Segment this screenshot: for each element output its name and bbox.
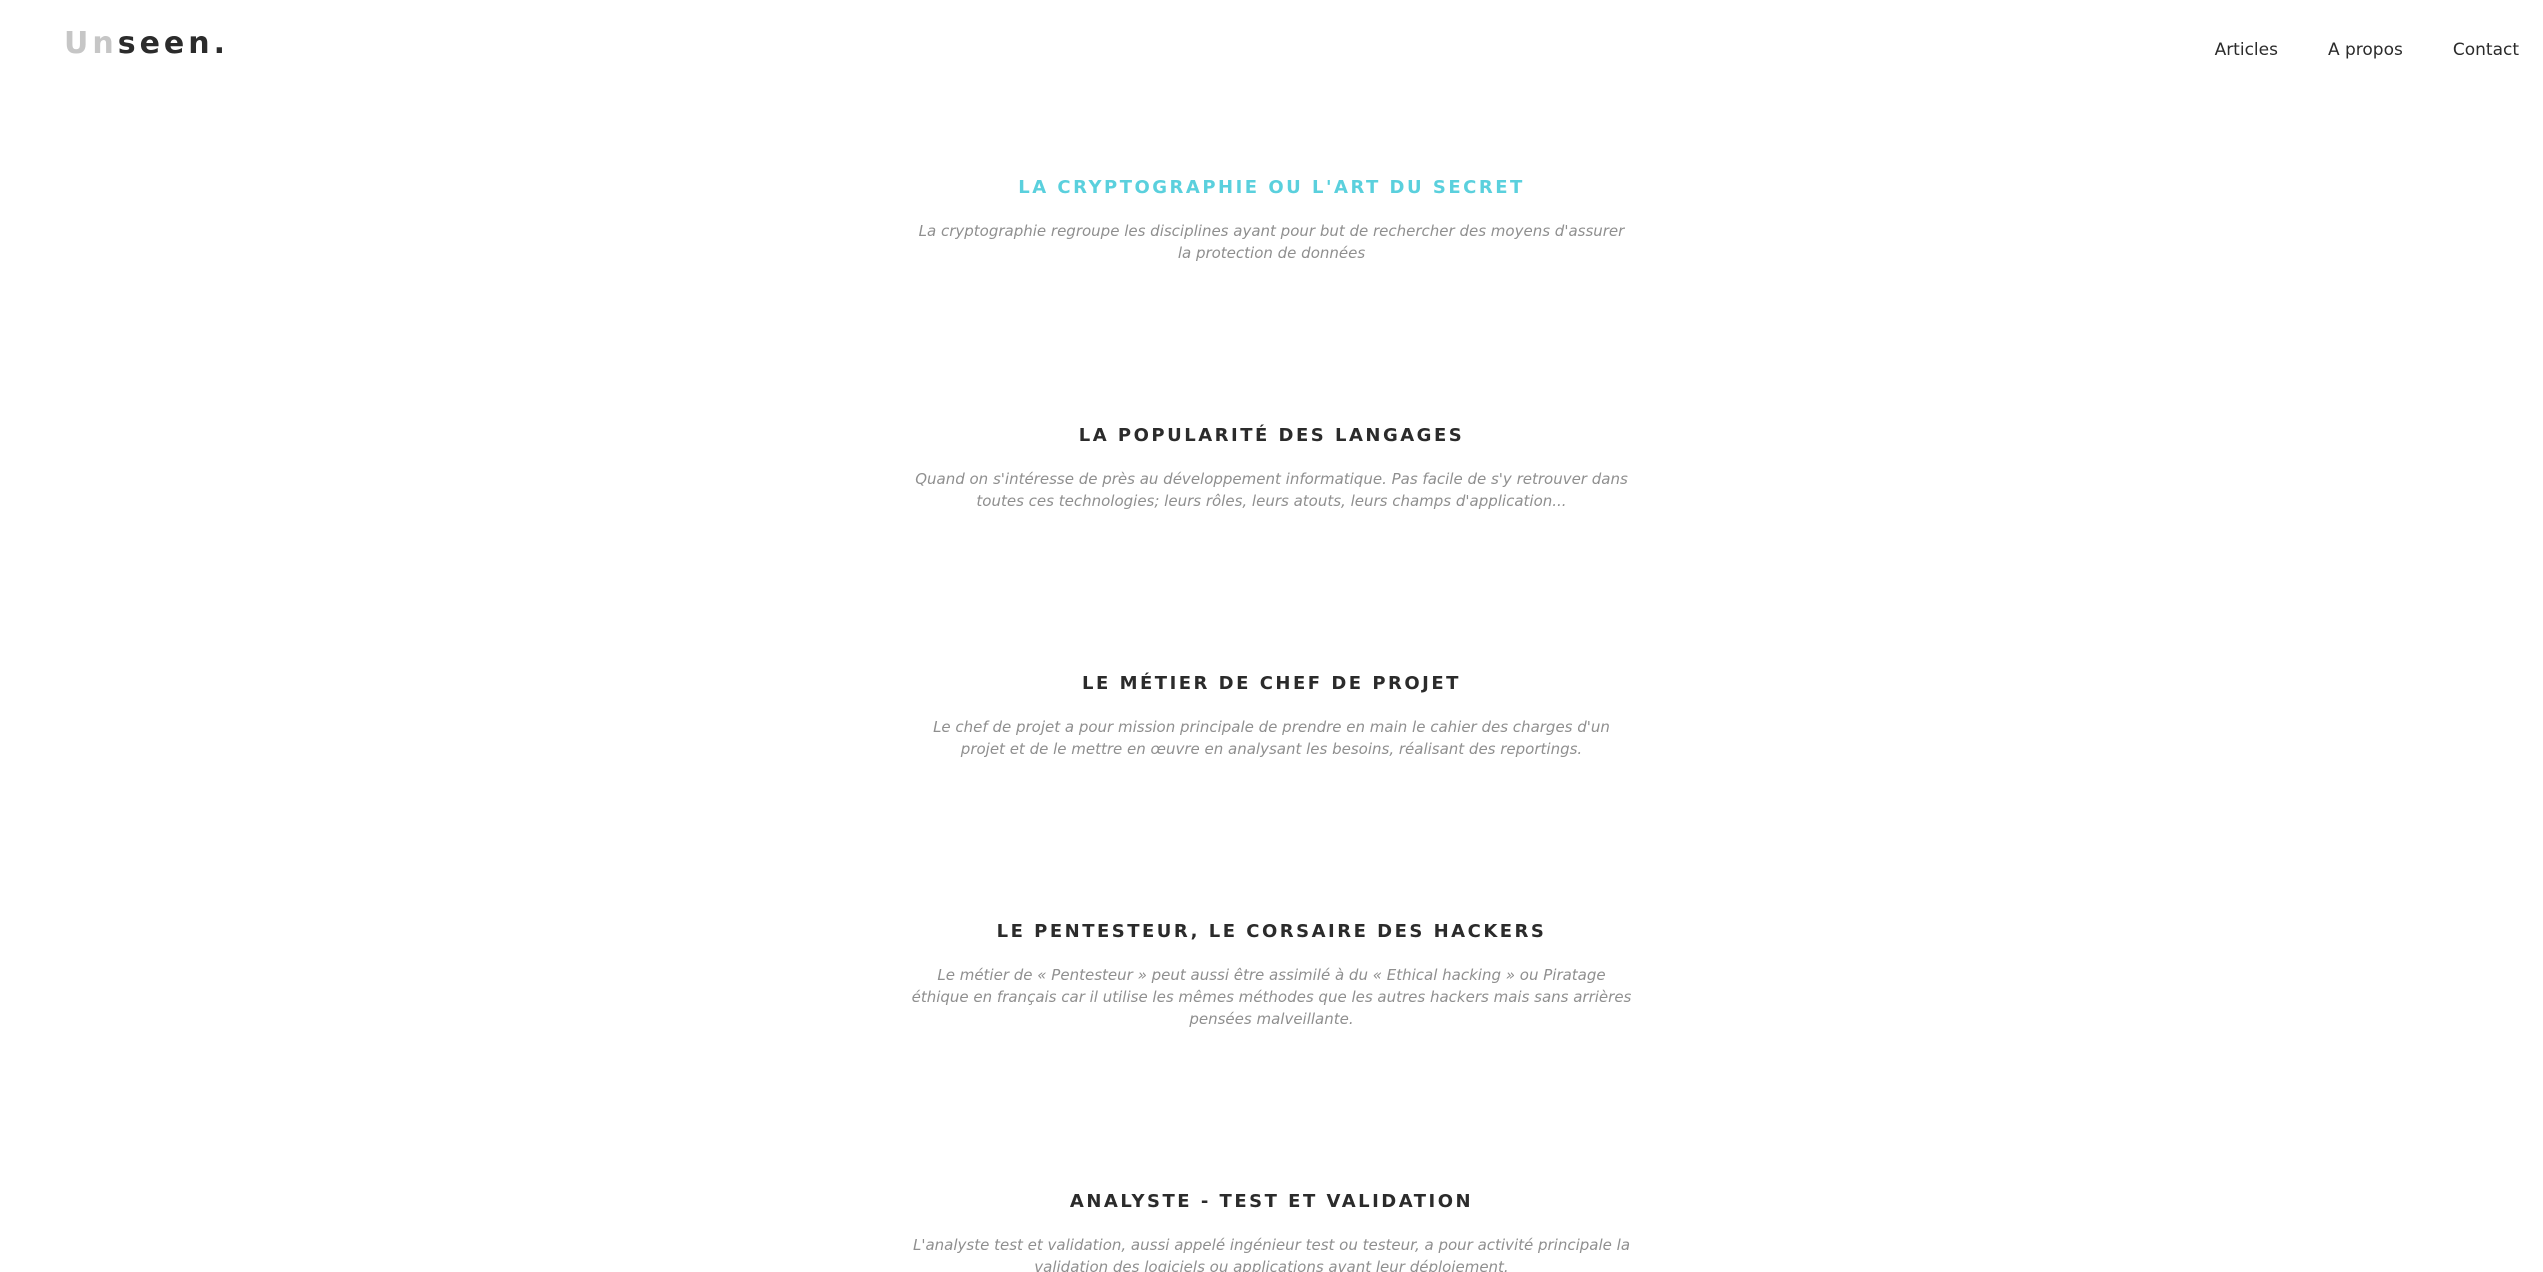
article-title-link[interactable]: ANALYSTE - TEST ET VALIDATION [912,1191,1632,1212]
logo-dark-part: seen. [117,26,230,61]
logo-light-part: Un [64,26,118,61]
nav-link-contact[interactable]: Contact [2453,38,2519,62]
article-item: LA CRYPTOGRAPHIE OU L'ART DU SECRET La c… [912,177,1632,264]
article-excerpt: La cryptographie regroupe les discipline… [918,222,1625,262]
article-excerpt: Quand on s'intéresse de près au développ… [915,470,1628,510]
article-item: LE PENTESTEUR, LE CORSAIRE DES HACKERS L… [912,921,1632,1030]
article-item: LA POPULARITÉ DES LANGAGES Quand on s'in… [912,425,1632,512]
nav-link-articles[interactable]: Articles [2215,38,2278,62]
site-header: Unseen. Articles A propos Contact [0,0,2543,100]
main-nav: Articles A propos Contact [2165,38,2519,62]
article-title-link[interactable]: LE MÉTIER DE CHEF DE PROJET [912,673,1632,694]
article-item: LE MÉTIER DE CHEF DE PROJET Le chef de p… [912,673,1632,760]
article-excerpt: Le chef de projet a pour mission princip… [933,718,1610,758]
nav-link-a-propos[interactable]: A propos [2328,38,2403,62]
article-excerpt: L'analyste test et validation, aussi app… [912,1236,1631,1272]
article-item: ANALYSTE - TEST ET VALIDATION L'analyste… [912,1191,1632,1272]
article-title-link[interactable]: LE PENTESTEUR, LE CORSAIRE DES HACKERS [912,921,1632,942]
article-excerpt: Le métier de « Pentesteur » peut aussi ê… [911,966,1632,1028]
site-logo[interactable]: Unseen. [64,29,229,59]
article-title-link[interactable]: LA POPULARITÉ DES LANGAGES [912,425,1632,446]
article-title-link[interactable]: LA CRYPTOGRAPHIE OU L'ART DU SECRET [912,177,1632,198]
